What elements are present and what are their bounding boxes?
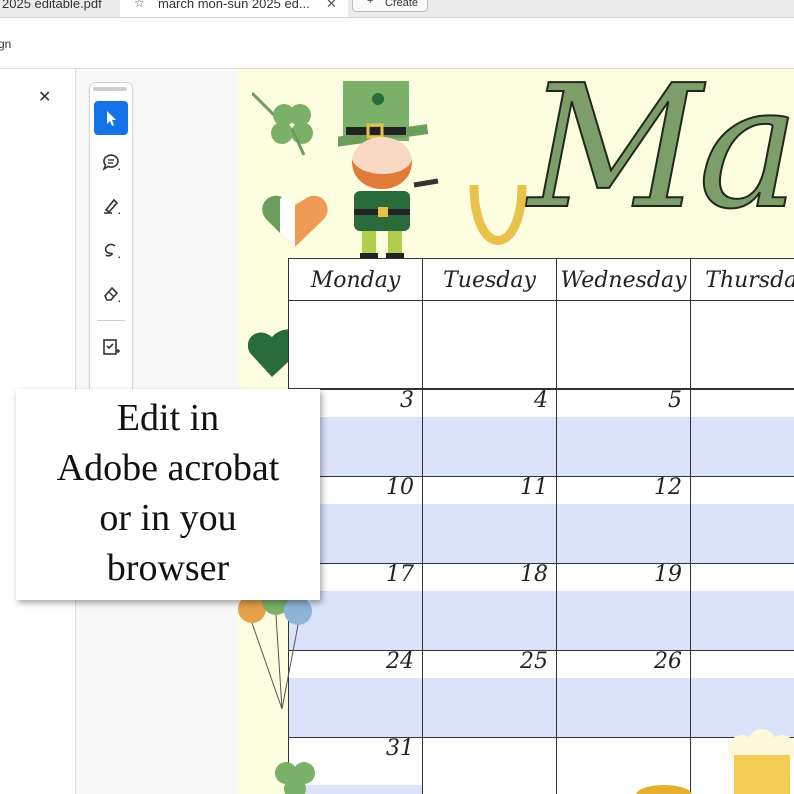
drag-handle[interactable]	[93, 87, 127, 91]
promo-callout: Edit in Adobe acrobat or in you browser	[16, 389, 320, 600]
toolbar-divider	[97, 320, 125, 321]
day-number: 25	[520, 649, 548, 674]
notes-field[interactable]	[557, 417, 690, 477]
day-number: 24	[386, 649, 414, 674]
day-number: 17	[386, 562, 414, 587]
shamrock-icon	[275, 762, 315, 794]
day-header: Tuesday	[422, 258, 557, 301]
browser-tab-bar: 2025 editable.pdf ☆ march mon-sun 2025 e…	[0, 0, 794, 18]
fill-sign-icon	[103, 339, 120, 355]
notes-field[interactable]	[557, 504, 690, 564]
select-tool[interactable]	[94, 101, 128, 135]
beer-mug-illustration	[728, 729, 794, 794]
day-header: Monday	[288, 258, 423, 301]
day-number: 11	[520, 475, 548, 500]
create-button-label: Create	[385, 0, 419, 9]
callout-line: Adobe acrobat	[56, 447, 280, 489]
cursor-arrow-icon	[107, 111, 116, 126]
menu-item[interactable]: gn	[0, 37, 11, 51]
day-number: 12	[654, 475, 682, 500]
day-number: 18	[520, 562, 548, 587]
calendar-day-cell[interactable]	[422, 300, 557, 389]
notes-field[interactable]	[423, 417, 556, 477]
plus-icon: +	[367, 0, 374, 7]
day-number: 10	[386, 475, 414, 500]
day-header: Wednesday	[556, 258, 691, 301]
notes-field[interactable]	[691, 591, 794, 651]
browser-tab-active[interactable]: ☆ march mon-sun 2025 ed... ✕	[120, 0, 348, 17]
highlight-tool[interactable]	[94, 189, 128, 223]
day-number: 4	[534, 388, 548, 413]
notes-field[interactable]	[423, 591, 556, 651]
callout-line: Edit in	[116, 397, 220, 439]
callout-line: browser	[106, 547, 230, 589]
calendar-day-cell[interactable]	[556, 300, 691, 389]
app-toolbar: gn	[0, 18, 794, 69]
draw-tool[interactable]	[94, 233, 128, 267]
calendar-day-cell[interactable]: 25	[422, 649, 557, 739]
notes-field[interactable]	[691, 417, 794, 477]
calendar-day-cell[interactable]	[690, 389, 794, 478]
day-number: 26	[654, 649, 682, 674]
close-icon[interactable]: ✕	[38, 87, 51, 106]
day-number: 19	[654, 562, 682, 587]
calendar-day-cell[interactable]: 5	[556, 388, 691, 478]
notes-field[interactable]	[691, 504, 794, 564]
notes-field[interactable]	[557, 591, 690, 651]
notes-field[interactable]	[423, 504, 556, 564]
calendar-day-cell[interactable]	[690, 300, 794, 389]
shamrock-icon	[252, 91, 313, 156]
close-icon[interactable]: ✕	[326, 0, 337, 12]
calendar-day-cell[interactable]: 18	[422, 562, 557, 652]
highlighter-icon	[104, 198, 120, 214]
gold-coin-illustration	[636, 785, 692, 794]
day-number: 31	[386, 736, 414, 761]
document-icon: ☆	[134, 0, 145, 10]
calendar-page: Mar Monday Tuesday Wednesday Thur	[238, 69, 794, 794]
calendar-day-cell[interactable]: 2	[690, 563, 794, 652]
freehand-draw-icon	[104, 243, 120, 258]
eraser-icon	[104, 286, 120, 302]
calendar-day-cell[interactable]	[422, 737, 557, 794]
browser-tab[interactable]: 2025 editable.pdf	[0, 0, 118, 16]
calendar-day-cell[interactable]	[288, 300, 423, 389]
calendar-day-cell[interactable]: 11	[422, 475, 557, 565]
create-button[interactable]: + Create	[352, 0, 428, 12]
day-header: Thursday	[690, 258, 794, 301]
erase-tool[interactable]	[94, 277, 128, 311]
leprechaun-illustration	[338, 81, 439, 261]
calendar-day-cell[interactable]: 12	[556, 475, 691, 565]
fill-sign-tool[interactable]	[94, 330, 128, 364]
tab-title: march mon-sun 2025 ed...	[158, 0, 310, 11]
day-number: 5	[668, 388, 682, 413]
heart-flag-icon	[262, 195, 328, 247]
calendar-day-cell[interactable]: 26	[556, 649, 691, 739]
calendar-grid: Monday Tuesday Wednesday Thursday 3 4 5 10 1…	[288, 258, 794, 794]
calendar-day-cell[interactable]: 2	[690, 650, 794, 739]
comment-icon	[102, 154, 120, 171]
tab-title: 2025 editable.pdf	[2, 0, 102, 11]
callout-line: or in you	[99, 497, 237, 539]
horseshoe-icon	[469, 184, 527, 245]
notes-field[interactable]	[423, 678, 556, 738]
calendar-day-cell[interactable]: 19	[556, 562, 691, 652]
calendar-day-cell[interactable]: 4	[422, 388, 557, 478]
calendar-day-cell[interactable]	[690, 476, 794, 565]
notes-field[interactable]	[557, 678, 690, 738]
comment-tool[interactable]	[94, 145, 128, 179]
day-number: 3	[400, 388, 414, 413]
balloons-illustration	[238, 589, 312, 710]
calendar-title: Mar	[527, 69, 794, 248]
